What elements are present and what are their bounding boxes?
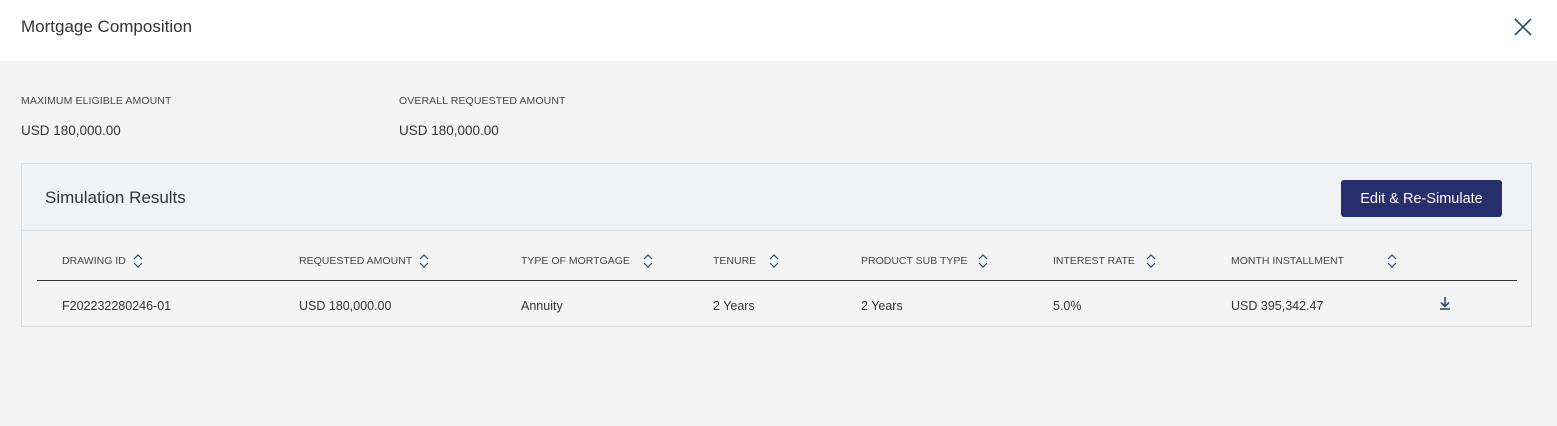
cell-drawing-id: F202232280246-01 [62,299,172,313]
column-header-interest-rate[interactable]: INTEREST RATE [1053,253,1157,269]
modal-header: Mortgage Composition [0,0,1557,61]
header-divider [37,280,1517,281]
close-icon[interactable] [1512,16,1534,38]
column-header-requested-amount[interactable]: REQUESTED AMOUNT [299,253,430,269]
max-eligible-value: USD 180,000.00 [21,123,121,138]
cell-type-of-mortgage: Annuity [521,299,563,313]
cell-product-sub-type: 2 Years [861,299,903,313]
cell-month-installment: USD 395,342.47 [1231,299,1324,313]
sort-icon[interactable] [418,253,430,269]
sort-icon[interactable] [1386,253,1398,269]
column-header-month-installment[interactable]: MONTH INSTALLMENT [1231,253,1398,269]
simulation-results-card: Simulation Results Edit & Re-Simulate DR… [21,163,1532,327]
modal-title: Mortgage Composition [21,17,193,36]
column-label: TYPE OF MORTGAGE [521,255,630,267]
sort-icon[interactable] [977,253,989,269]
simulation-results-title: Simulation Results [45,188,186,207]
sort-icon[interactable] [642,253,654,269]
simulation-results-header: Simulation Results Edit & Re-Simulate [22,164,1531,231]
column-header-tenure[interactable]: TENURE [713,253,780,269]
column-header-type-of-mortgage[interactable]: TYPE OF MORTGAGE [521,253,654,269]
sort-icon[interactable] [132,253,144,269]
column-label: MONTH INSTALLMENT [1231,255,1344,267]
column-label: DRAWING ID [62,255,126,267]
column-header-drawing-id[interactable]: DRAWING ID [62,253,144,269]
column-label: TENURE [713,255,757,267]
cell-interest-rate: 5.0% [1053,299,1082,313]
cell-tenure: 2 Years [713,299,755,313]
download-icon[interactable] [1438,295,1452,311]
edit-resimulate-button[interactable]: Edit & Re-Simulate [1341,180,1502,217]
column-label: REQUESTED AMOUNT [299,255,413,267]
cell-requested-amount: USD 180,000.00 [299,299,392,313]
column-label: PRODUCT SUB TYPE [861,255,968,267]
overall-requested-value: USD 180,000.00 [399,123,499,138]
sort-icon[interactable] [1145,253,1157,269]
sort-icon[interactable] [768,253,780,269]
column-label: INTEREST RATE [1053,255,1135,267]
column-header-product-sub-type[interactable]: PRODUCT SUB TYPE [861,253,989,269]
overall-requested-label: OVERALL REQUESTED AMOUNT [399,95,566,107]
max-eligible-label: MAXIMUM ELIGIBLE AMOUNT [21,95,172,107]
